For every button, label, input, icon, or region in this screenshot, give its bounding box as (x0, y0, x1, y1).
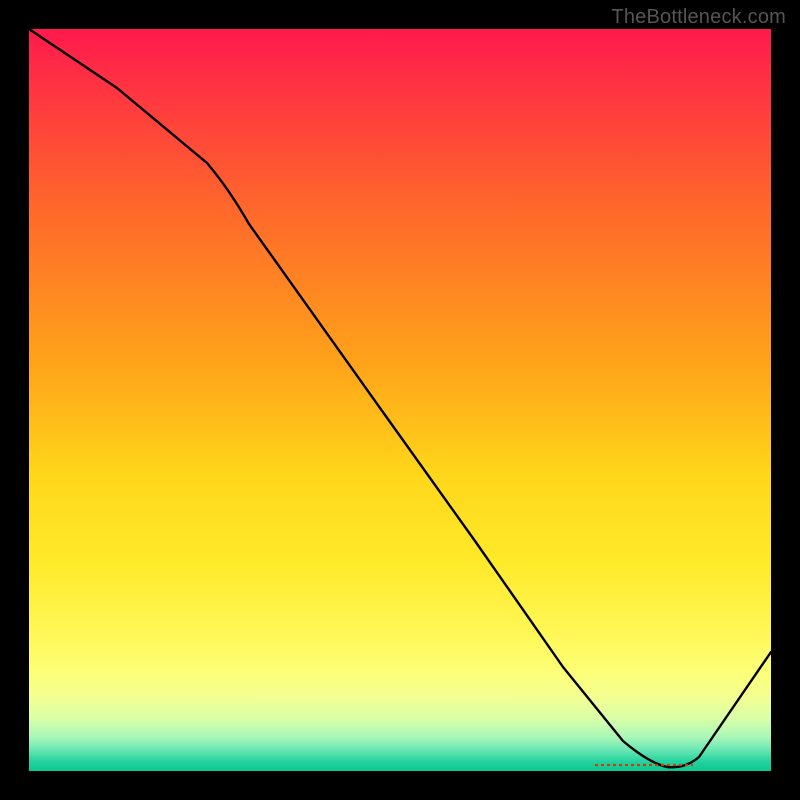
plot-area (29, 29, 771, 771)
chart-stage: TheBottleneck.com (0, 0, 800, 800)
attribution-label: TheBottleneck.com (611, 6, 786, 29)
curve-layer (29, 29, 771, 771)
bottleneck-curve-path (29, 29, 771, 767)
